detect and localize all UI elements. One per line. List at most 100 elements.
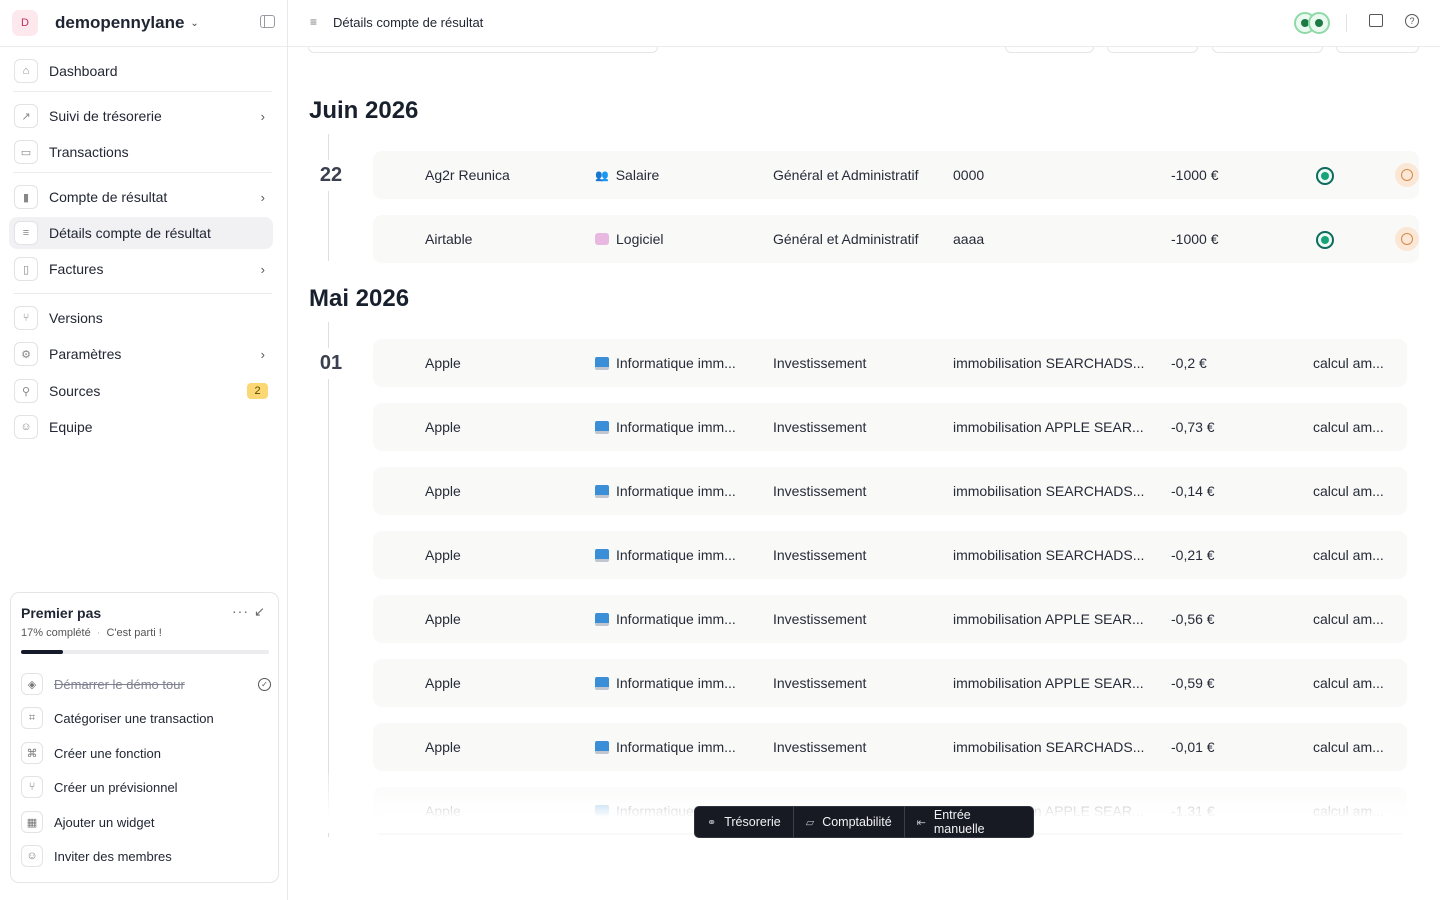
clock-icon[interactable] <box>1395 163 1419 187</box>
month-heading: Juin 2026 <box>309 97 419 124</box>
row-name: Airtable <box>425 231 473 247</box>
row-description: immobilisation APPLE SEAR... <box>953 419 1144 435</box>
more-icon[interactable]: ··· <box>232 603 249 619</box>
day-label: 22 <box>308 160 354 191</box>
table-row[interactable]: Airtable Logiciel Général et Administratif… <box>373 215 1419 263</box>
plug-icon: ⚲ <box>14 379 38 403</box>
tresorerie-button[interactable]: ⚭ Trésorerie <box>695 806 794 838</box>
row-group: Investissement <box>773 483 867 499</box>
table-row[interactable]: Apple Informatique imm... Investissement im… <box>373 339 1407 387</box>
filter-button-edge[interactable] <box>1107 47 1198 53</box>
row-category[interactable]: Logiciel <box>595 231 663 247</box>
comptabilite-button[interactable]: ▱ Comptabilité <box>794 806 905 838</box>
workspace-avatar: D <box>12 10 38 36</box>
table-row[interactable]: Apple Informatique imm... Investissement im… <box>373 467 1407 515</box>
progress-percent: 17% complété <box>21 627 91 639</box>
row-category[interactable]: Informatique imm... <box>595 355 736 371</box>
sidebar-item-versions[interactable]: ⑂ Versions <box>9 302 273 334</box>
check-circle-icon: ✓ <box>258 677 271 691</box>
filter-input-edge[interactable] <box>308 47 658 53</box>
list-icon: ≡ <box>310 15 318 29</box>
onboarding-item-widget[interactable]: ▦ Ajouter un widget <box>21 808 271 836</box>
onboarding-item-categoriser[interactable]: ⌗ Catégoriser une transaction <box>21 704 271 732</box>
table-row[interactable]: Apple Informatique imm... Investissement im… <box>373 531 1407 579</box>
filter-button-edge[interactable] <box>1336 47 1419 53</box>
sidebar-item-factures[interactable]: ▯ Factures › <box>9 253 273 285</box>
sidebar-item-details-compte[interactable]: ≡ Détails compte de résultat <box>9 217 273 249</box>
status-icon[interactable] <box>1316 167 1334 185</box>
table-row[interactable]: Ag2r Reunica 👥 Salaire Général et Administr… <box>373 151 1419 199</box>
comptabilite-label: Comptabilité <box>822 815 892 829</box>
sidebar-item-suivi-tresorerie[interactable]: ↗ Suivi de trésorerie › <box>9 100 273 132</box>
sidebar-item-label: Versions <box>49 310 103 326</box>
onboarding-progress-text: 17% complété · C'est parti ! <box>21 627 162 639</box>
sidebar-item-equipe[interactable]: ☺ Equipe <box>9 411 273 443</box>
entree-manuelle-button[interactable]: ⇤ Entrée manuelle <box>905 806 1033 838</box>
category-label: Logiciel <box>616 231 664 247</box>
row-amount: -0,56 € <box>1171 611 1215 627</box>
sidebar-item-parametres[interactable]: ⚙ Paramètres › <box>9 338 273 370</box>
brand-logo-icon[interactable] <box>1294 12 1332 36</box>
clock-icon[interactable] <box>1395 227 1419 251</box>
row-category[interactable]: Informatique imm... <box>595 675 736 691</box>
chevron-right-icon: › <box>260 261 265 277</box>
user-icon: ☺ <box>14 415 38 439</box>
row-category[interactable]: Informatique imm... <box>595 419 736 435</box>
bottom-toolbar: ⚭ Trésorerie ▱ Comptabilité ⇤ Entrée man… <box>694 806 1034 838</box>
onboarding-item-fonction[interactable]: ⌘ Créer une fonction <box>21 739 271 767</box>
tags-icon: ⌘ <box>21 742 43 764</box>
table-row[interactable]: Apple Informatique imm... Investissement im… <box>373 659 1407 707</box>
onboarding-card: Premier pas ··· ↙ 17% complété · C'est p… <box>10 592 279 883</box>
onboarding-item-demo-tour[interactable]: ◈ Démarrer le démo tour ✓ <box>21 670 271 698</box>
filter-button-edge[interactable] <box>1212 47 1323 53</box>
tag-icon: ⌗ <box>21 707 43 729</box>
sidebar-item-sources[interactable]: ⚲ Sources 2 <box>9 375 273 407</box>
row-amount: -0,14 € <box>1171 483 1215 499</box>
sidebar-item-label: Equipe <box>49 419 93 435</box>
onboarding-item-previsionnel[interactable]: ⑂ Créer un prévisionnel <box>21 773 271 801</box>
row-description: immobilisation SEARCHADS... <box>953 739 1145 755</box>
row-category[interactable]: Informatique imm... <box>595 739 736 755</box>
table-row[interactable]: Apple Informatique imm... Investissement im… <box>373 403 1407 451</box>
category-label: Informatique imm... <box>616 483 736 499</box>
sidebar-item-transactions[interactable]: ▭ Transactions <box>9 136 273 168</box>
help-icon[interactable]: ? <box>1405 14 1419 28</box>
row-name: Apple <box>425 803 461 819</box>
row-amount: -1000 € <box>1171 167 1219 183</box>
status-icon[interactable] <box>1316 231 1334 249</box>
category-emoji-icon <box>595 356 609 370</box>
bar-chart-icon: ▮ <box>14 185 38 209</box>
row-group: Investissement <box>773 547 867 563</box>
filter-button-edge[interactable] <box>1005 47 1094 53</box>
row-name: Apple <box>425 483 461 499</box>
divider <box>13 293 272 294</box>
sidebar-item-label: Factures <box>49 261 104 277</box>
onboarding-item-membres[interactable]: ☺ Inviter des membres <box>21 842 271 870</box>
minimize-icon[interactable]: ↙ <box>254 604 265 620</box>
divider <box>1346 14 1347 32</box>
row-category[interactable]: 👥 Salaire <box>595 167 659 183</box>
row-description: immobilisation SEARCHADS... <box>953 355 1145 371</box>
top-header: ≡ Détails compte de résultat ? <box>288 0 1440 47</box>
sidebar-item-dashboard[interactable]: ⌂ Dashboard <box>9 55 273 87</box>
table-row[interactable]: Apple Informatique imm... Investissement im… <box>373 595 1407 643</box>
row-category[interactable]: Informatique imm... <box>595 611 736 627</box>
home-icon: ⌂ <box>14 59 38 83</box>
row-group: Investissement <box>773 419 867 435</box>
sidebar-item-compte-resultat[interactable]: ▮ Compte de résultat › <box>9 181 273 213</box>
row-name: Apple <box>425 675 461 691</box>
workspace-switcher[interactable]: D demopennylane ⌄ <box>12 8 199 38</box>
category-label: Informatique imm... <box>616 611 736 627</box>
table-row[interactable]: Apple Informatique imm... Investissement im… <box>373 723 1407 771</box>
chat-icon[interactable] <box>1369 14 1383 27</box>
users-icon: ☺ <box>21 845 43 867</box>
sidebar-collapse-icon[interactable] <box>260 15 275 28</box>
row-name: Apple <box>425 611 461 627</box>
page-title: Détails compte de résultat <box>333 15 484 30</box>
row-category[interactable]: Informatique imm... <box>595 547 736 563</box>
row-name: Ag2r Reunica <box>425 167 510 183</box>
timeline-line <box>328 322 329 837</box>
month-heading: Mai 2026 <box>309 285 410 312</box>
row-category[interactable]: Informatique imm... <box>595 483 736 499</box>
onboarding-item-label: Ajouter un widget <box>54 814 155 830</box>
